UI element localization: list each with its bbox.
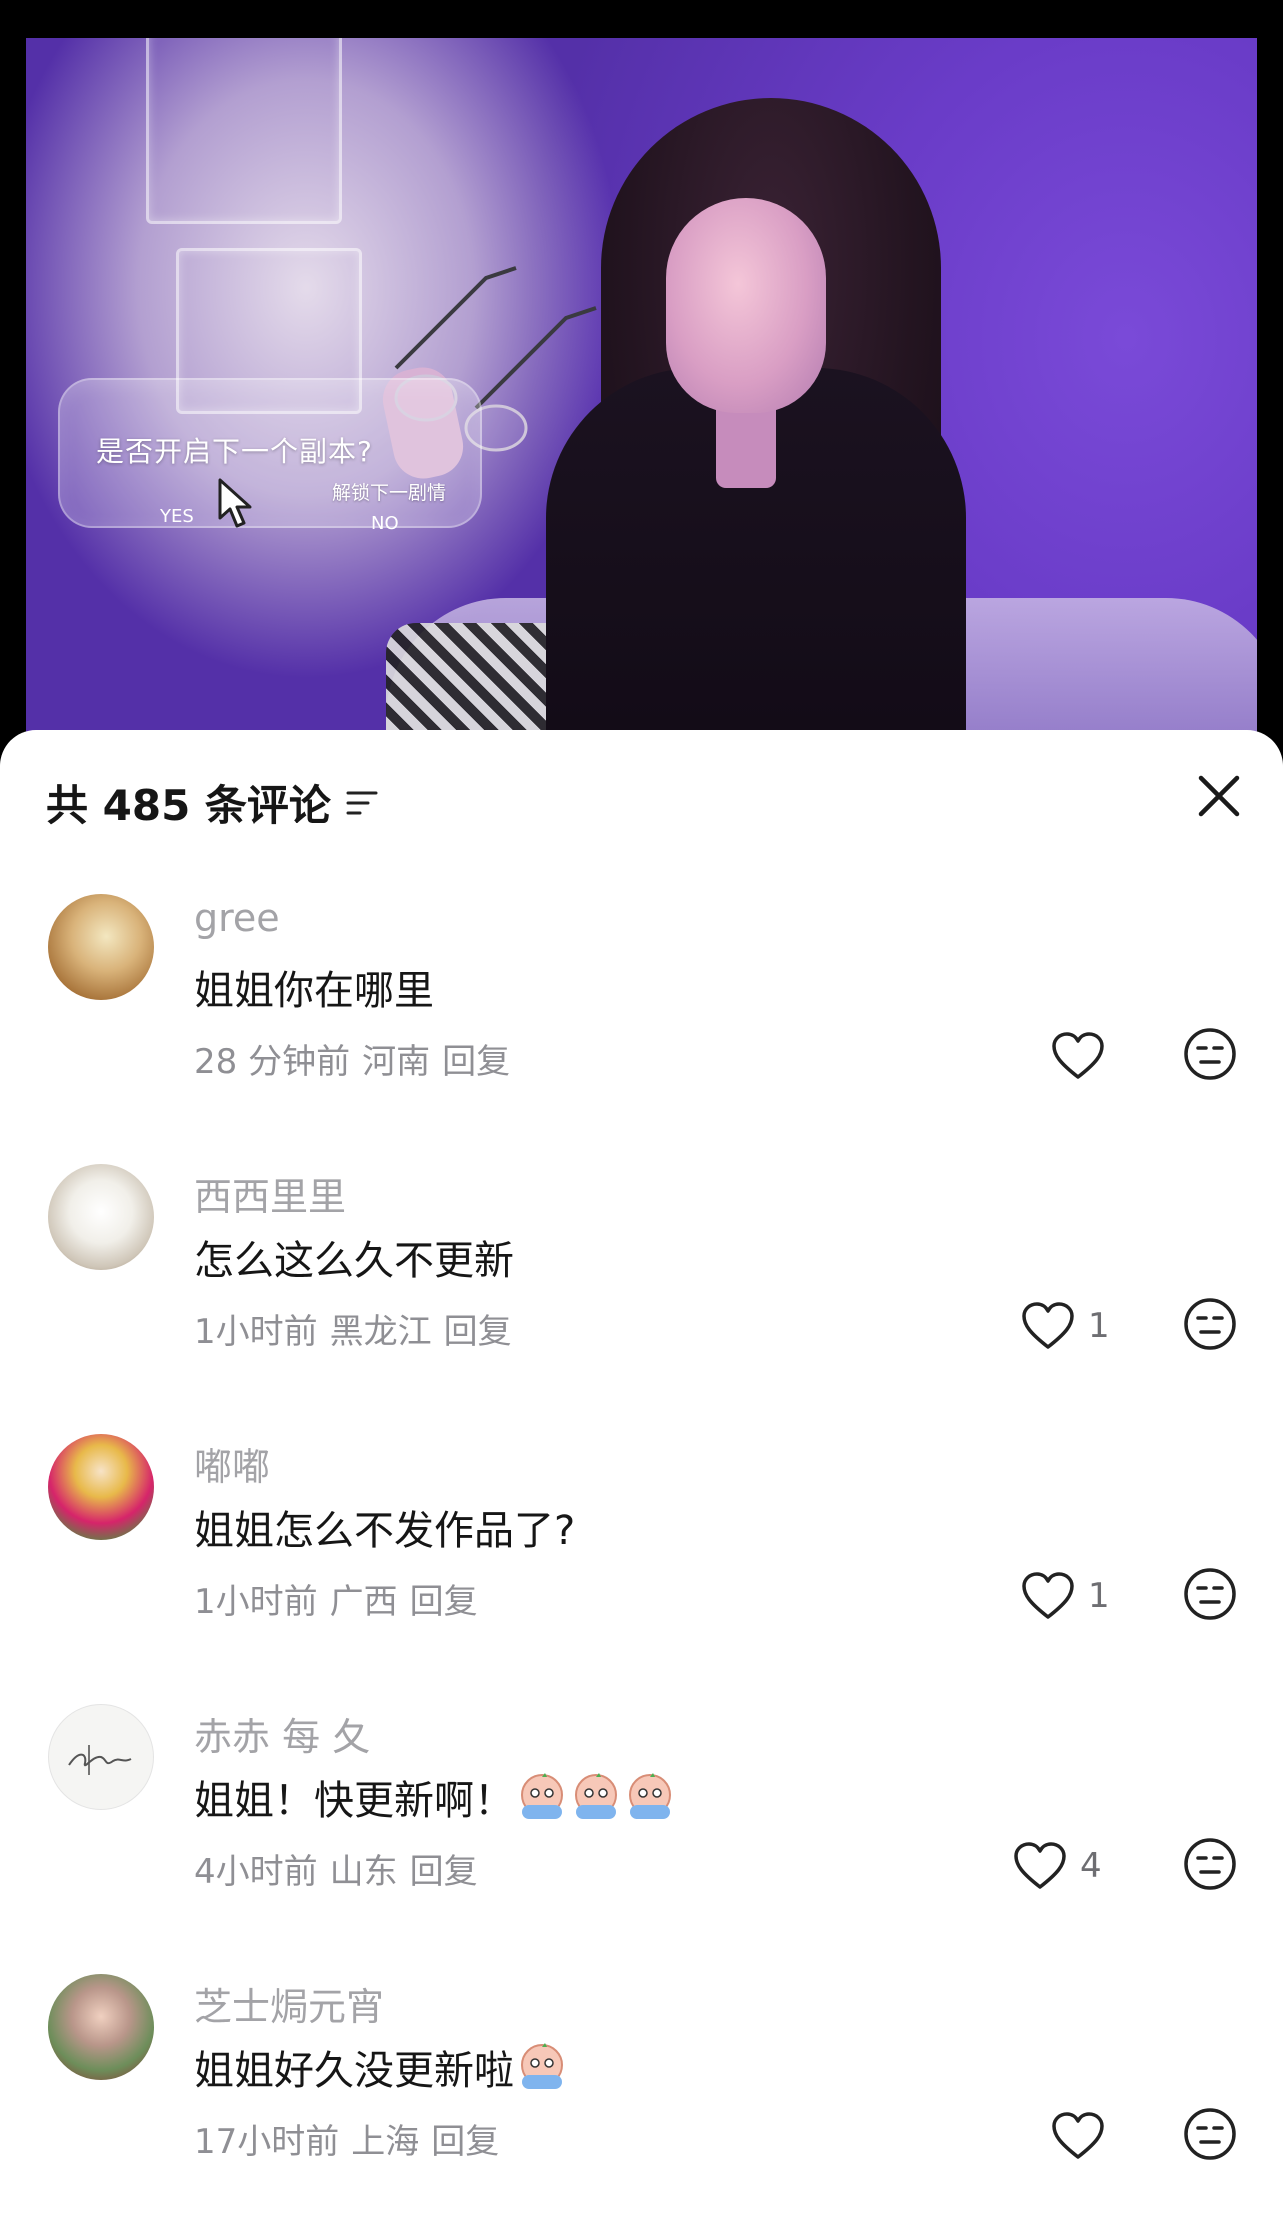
comment-item: 西西里里 怎么这么久不更新 1小时前 黑龙江 回复 1 (0, 1164, 1283, 1434)
sort-lines-icon[interactable] (345, 786, 379, 820)
comments-header: 共 485 条评论 (0, 730, 1283, 860)
comment-username[interactable]: 嘟嘟 (194, 1436, 270, 1491)
avatar[interactable] (48, 1704, 154, 1810)
comment-location: 上海 (351, 2122, 420, 2162)
comment-item: 芝士焗元宵 姐姐好久没更新啦 17小时前 上海 回复 (0, 1974, 1283, 2232)
reply-button[interactable]: 回复 (444, 1312, 512, 1352)
reply-button[interactable]: 回复 (410, 1852, 478, 1892)
comment-meta: 1小时前 广西 回复 (194, 1574, 490, 1623)
choice-question: 是否开启下一个副本? (96, 435, 373, 468)
unamused-face-icon[interactable] (1182, 1026, 1238, 1082)
comment-username[interactable]: gree (194, 896, 280, 940)
close-icon[interactable] (1195, 772, 1243, 820)
comment-time: 1小时前 (194, 1312, 318, 1352)
comments-count-label: 共 485 条评论 (46, 781, 331, 830)
crying-emoji-icon (521, 2043, 563, 2089)
cursor-arrow-icon (218, 478, 252, 528)
comments-sheet: 共 485 条评论 gree 姐姐你在哪里 28 分钟前 河南 回复 西西里里 … (0, 730, 1283, 2232)
signature-avatar-icon (68, 1745, 132, 1775)
comment-text: 姐姐怎么不发作品了? (194, 1498, 575, 1556)
comment-time: 1小时前 (194, 1582, 318, 1622)
avatar[interactable] (48, 1164, 154, 1270)
comment-username[interactable]: 赤赤 每 夂 (194, 1706, 370, 1761)
comment-item: 赤赤 每 夂 姐姐！快更新啊！ 4小时前 山东 回复 4 (0, 1704, 1283, 1974)
comment-meta: 17小时前 上海 回复 (194, 2114, 511, 2163)
like-count: 1 (1088, 1576, 1110, 1616)
comment-text-content: 姐姐你在哪里 (194, 968, 434, 1014)
comment-text: 怎么这么久不更新 (194, 1228, 514, 1286)
crying-emoji-icon (521, 1773, 563, 1819)
reply-button[interactable]: 回复 (431, 2122, 499, 2162)
app-root: 是否开启下一个副本? 解锁下一剧情 YES NO 共 485 条评论 gree … (0, 0, 1283, 2232)
crying-emoji-icon (575, 1773, 617, 1819)
comment-text: 姐姐好久没更新啦 (194, 2038, 568, 2096)
comment-text-content: 姐姐怎么不发作品了? (194, 1508, 576, 1554)
avatar[interactable] (48, 1434, 154, 1540)
avatar[interactable] (48, 894, 154, 1000)
heart-icon (1014, 1842, 1066, 1889)
heart-icon (1052, 2112, 1104, 2159)
like-count: 4 (1080, 1846, 1102, 1886)
figure-face (666, 198, 826, 413)
comment-item: 嘟嘟 姐姐怎么不发作品了? 1小时前 广西 回复 1 (0, 1434, 1283, 1704)
unamused-face-icon[interactable] (1182, 2106, 1238, 2162)
heart-icon (1022, 1572, 1074, 1619)
comment-username[interactable]: 芝士焗元宵 (194, 1976, 384, 2031)
comment-username[interactable]: 西西里里 (194, 1166, 346, 1221)
comments-title: 共 485 条评论 (46, 772, 379, 833)
door-panel (146, 38, 342, 224)
comment-location: 山东 (329, 1852, 398, 1892)
comment-item: gree 姐姐你在哪里 28 分钟前 河南 回复 (0, 894, 1283, 1164)
avatar[interactable] (48, 1974, 154, 2080)
choice-yes-button[interactable]: YES (160, 506, 194, 527)
video-player[interactable]: 是否开启下一个副本? 解锁下一剧情 YES NO (26, 38, 1257, 738)
comment-time: 28 分钟前 (194, 1042, 351, 1082)
like-button[interactable] (1050, 2106, 1118, 2166)
like-button[interactable] (1050, 1026, 1118, 1086)
choice-subtitle: 解锁下一剧情 (332, 482, 447, 504)
like-button[interactable]: 4 (1012, 1836, 1102, 1896)
comment-location: 河南 (362, 1042, 431, 1082)
comment-text: 姐姐！快更新啊！ (194, 1768, 676, 1826)
heart-icon (1022, 1302, 1074, 1349)
comment-meta: 1小时前 黑龙江 回复 (194, 1304, 524, 1353)
comment-text-content: 姐姐好久没更新啦 (194, 2048, 514, 2094)
unamused-face-icon[interactable] (1182, 1566, 1238, 1622)
choice-no-button[interactable]: NO (371, 513, 399, 534)
reply-button[interactable]: 回复 (410, 1582, 478, 1622)
like-count: 1 (1088, 1306, 1110, 1346)
heart-icon (1052, 1032, 1104, 1079)
comment-text-content: 怎么这么久不更新 (194, 1238, 514, 1284)
comment-time: 4小时前 (194, 1852, 318, 1892)
comment-text: 姐姐你在哪里 (194, 958, 434, 1016)
comment-time: 17小时前 (194, 2122, 340, 2162)
unamused-face-icon[interactable] (1182, 1836, 1238, 1892)
crying-emoji-icon (629, 1773, 671, 1819)
like-button[interactable]: 1 (1020, 1296, 1110, 1356)
comment-text-content: 姐姐！快更新啊！ (194, 1778, 514, 1824)
unamused-face-icon[interactable] (1182, 1296, 1238, 1352)
comment-meta: 4小时前 山东 回复 (194, 1844, 490, 1893)
comment-meta: 28 分钟前 河南 回复 (194, 1034, 522, 1083)
comment-location: 广西 (329, 1582, 398, 1622)
like-button[interactable]: 1 (1020, 1566, 1110, 1626)
reply-button[interactable]: 回复 (442, 1042, 510, 1082)
comment-location: 黑龙江 (329, 1312, 432, 1352)
